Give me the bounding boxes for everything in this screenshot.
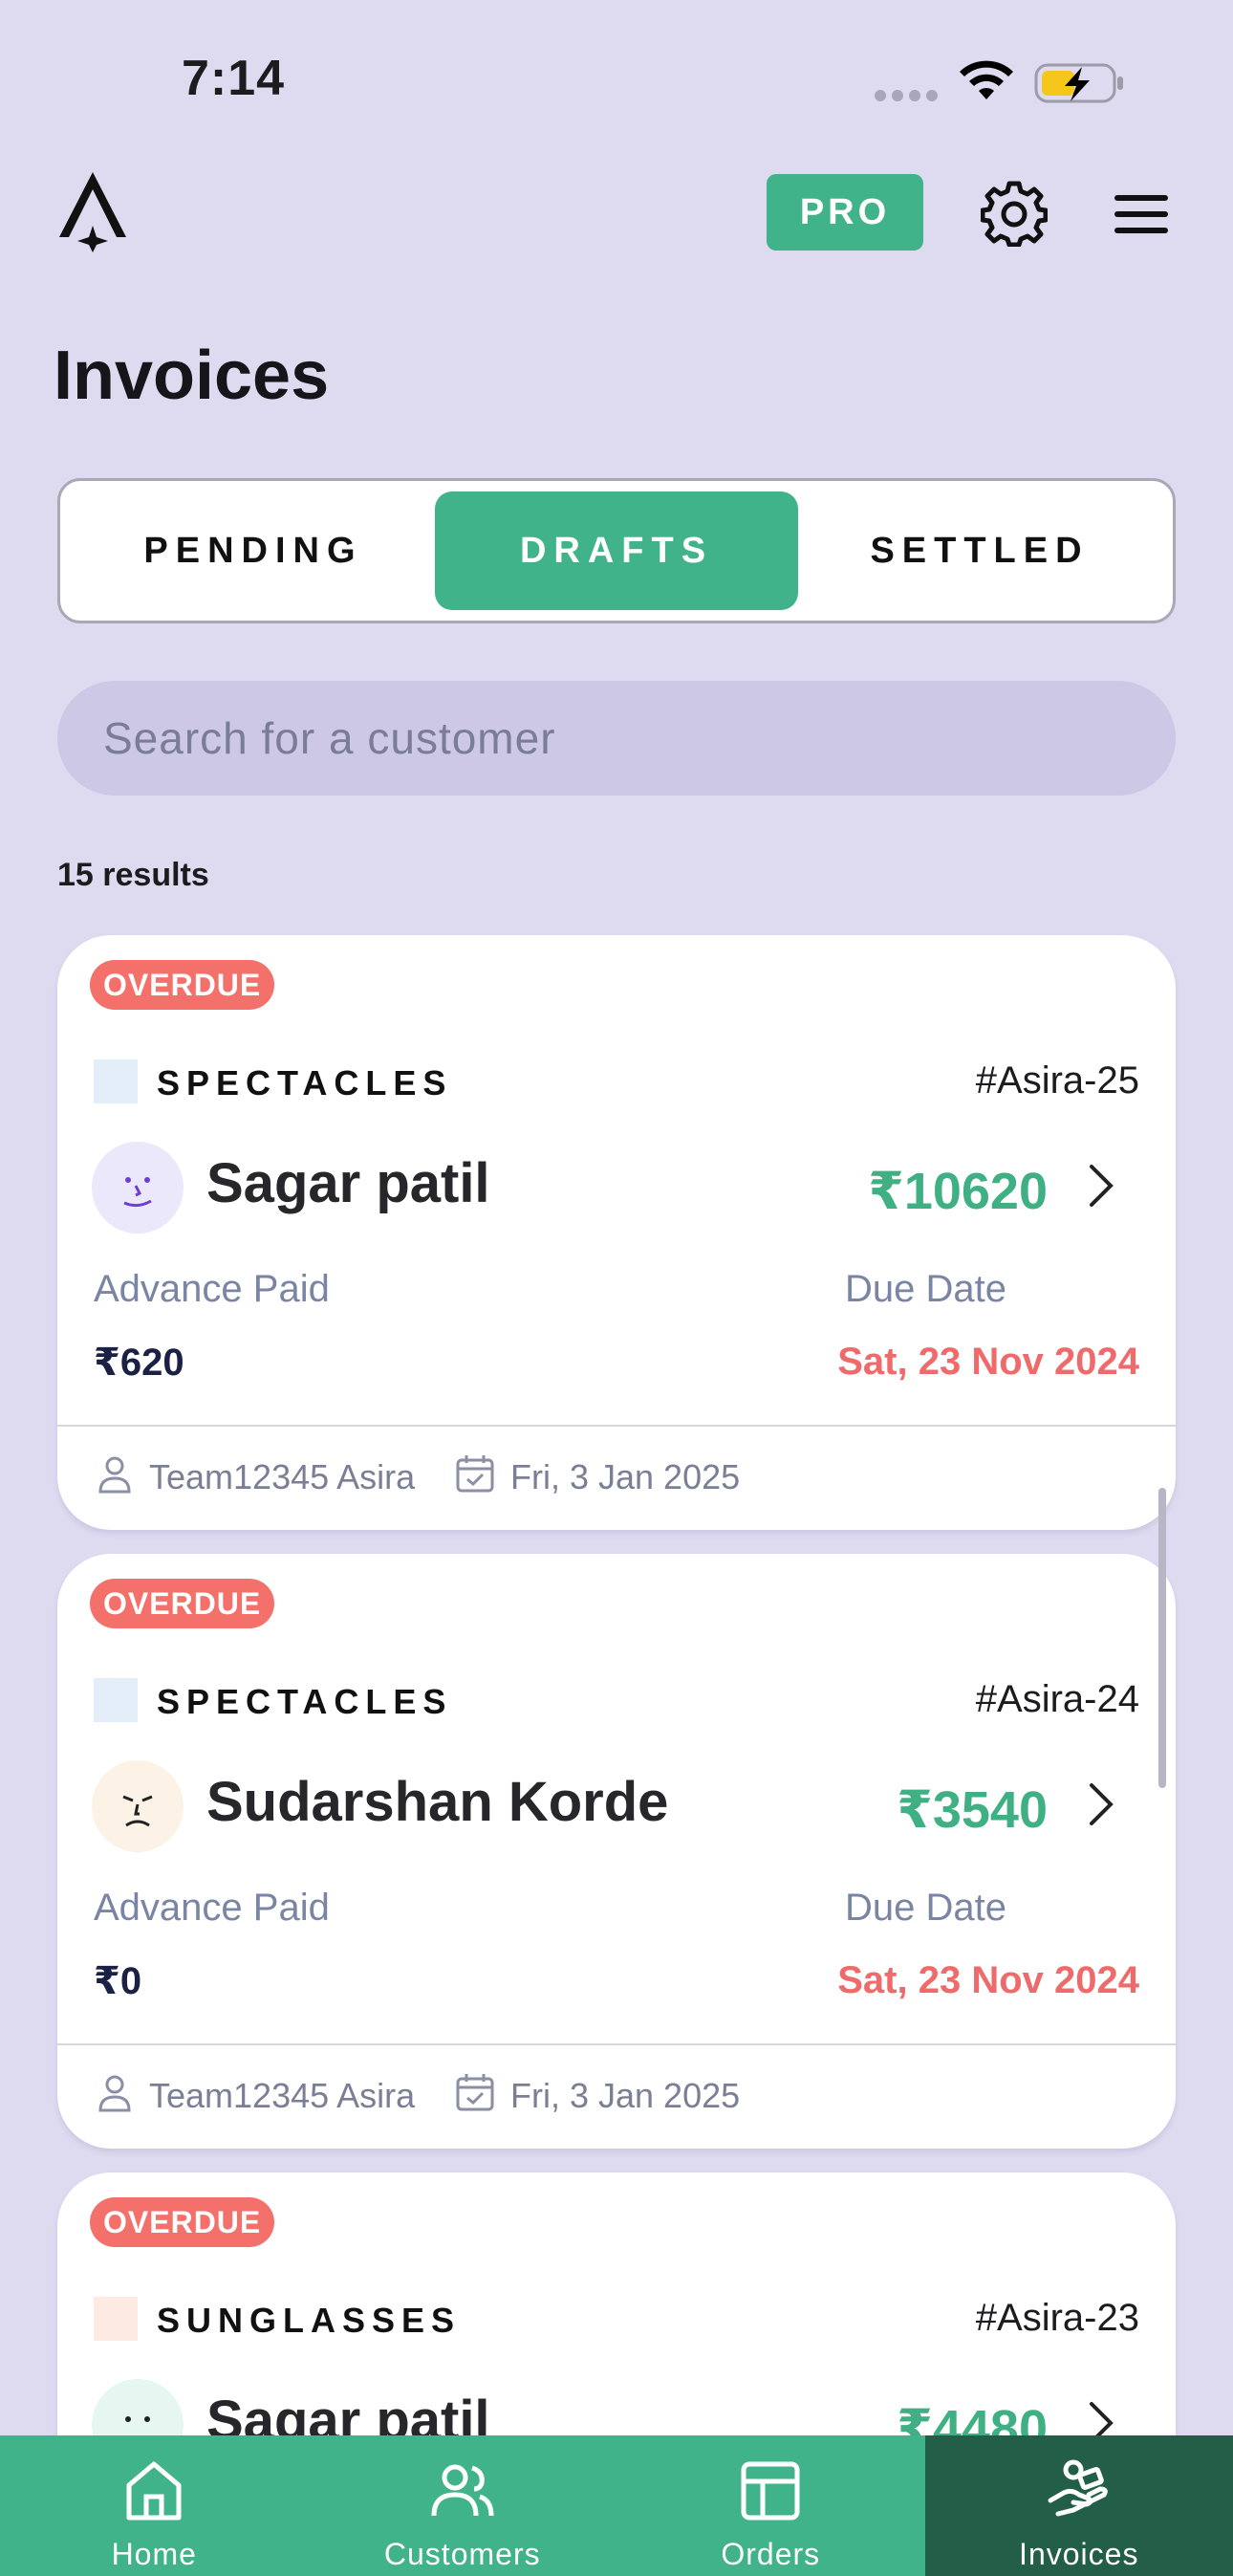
table-icon [741, 2461, 800, 2521]
category-label: SPECTACLES [157, 1682, 453, 1721]
nav-customers[interactable]: Customers [309, 2435, 617, 2576]
overdue-badge: OVERDUE [90, 2197, 275, 2247]
team-name: Team12345 Asira [149, 2076, 416, 2115]
battery-charging-icon [1034, 63, 1123, 103]
nav-invoices[interactable]: Invoices [924, 2435, 1233, 2576]
cellular-signal-icon [875, 90, 938, 101]
invoice-status-tabs: PENDING DRAFTS SETTLED [57, 478, 1176, 623]
invoice-amount: ₹10620 [868, 1163, 1048, 1220]
nav-label: Orders [721, 2537, 821, 2571]
invoice-id: #Asira-23 [975, 2297, 1139, 2339]
tab-pending[interactable]: PENDING [72, 491, 435, 610]
card-divider [57, 2043, 1176, 2045]
overdue-badge: OVERDUE [90, 1579, 275, 1628]
nav-home[interactable]: Home [0, 2435, 309, 2576]
category-swatch [94, 2297, 138, 2341]
nav-label: Customers [383, 2537, 541, 2571]
advance-paid-value: ₹620 [94, 1342, 184, 1384]
advance-paid-value: ₹0 [94, 1960, 142, 2002]
avatar [92, 1760, 184, 1852]
page-title: Invoices [54, 338, 330, 414]
chevron-right-icon[interactable] [1082, 1776, 1120, 1833]
due-date-label: Due Date [845, 1268, 1006, 1310]
due-date-value: Sat, 23 Nov 2024 [837, 1959, 1139, 2001]
calendar-icon [456, 1455, 494, 1493]
person-icon [98, 1456, 131, 1494]
tab-drafts[interactable]: DRAFTS [435, 491, 798, 610]
card-divider [57, 1425, 1176, 1427]
nav-label: Home [111, 2537, 197, 2571]
chevron-right-icon[interactable] [1082, 1157, 1120, 1214]
status-bar: 7:14 [0, 0, 1233, 153]
gear-icon[interactable] [981, 180, 1048, 247]
invoice-amount: ₹3540 [897, 1781, 1048, 1839]
calendar-icon [456, 2074, 494, 2111]
bottom-navigation: Home Customers Orders Invoices [0, 2435, 1233, 2576]
team-name: Team12345 Asira [149, 1457, 416, 1496]
nav-label: Invoices [1019, 2537, 1139, 2571]
advance-paid-label: Advance Paid [94, 1887, 330, 1929]
tab-settled[interactable]: SETTLED [798, 491, 1161, 610]
due-date-value: Sat, 23 Nov 2024 [837, 1341, 1139, 1383]
results-count: 15 results [57, 857, 209, 893]
status-time: 7:14 [182, 51, 286, 106]
customer-name: Sudarshan Korde [206, 1771, 669, 1833]
invoice-card[interactable]: OVERDUE SPECTACLES #Asira-24 Sudarshan K… [57, 1554, 1176, 2149]
due-date-label: Due Date [845, 1887, 1006, 1929]
hamburger-menu-icon[interactable] [1111, 184, 1172, 245]
advance-paid-label: Advance Paid [94, 1268, 330, 1310]
wifi-icon [960, 60, 1013, 99]
pro-badge[interactable]: PRO [767, 174, 923, 251]
category-label: SUNGLASSES [157, 2301, 462, 2340]
invoice-hand-icon [1048, 2459, 1108, 2517]
invoice-id: #Asira-24 [975, 1678, 1139, 1720]
scrollbar[interactable] [1158, 1488, 1166, 1788]
category-swatch [94, 1678, 138, 1722]
invoice-card[interactable]: OVERDUE SPECTACLES #Asira-25 Sagar patil… [57, 935, 1176, 1530]
app-logo [59, 172, 126, 252]
category-label: SPECTACLES [157, 1063, 453, 1102]
home-icon [126, 2461, 182, 2521]
search-input[interactable] [103, 712, 1107, 764]
search-bar [57, 681, 1176, 796]
nav-orders[interactable]: Orders [616, 2435, 925, 2576]
overdue-badge: OVERDUE [90, 960, 275, 1010]
customer-name: Sagar patil [206, 1152, 490, 1214]
avatar [92, 1142, 184, 1233]
face-avatar-icon [122, 1795, 153, 1827]
category-swatch [94, 1059, 138, 1103]
face-avatar-icon [123, 1177, 152, 1208]
invoice-id: #Asira-25 [975, 1059, 1139, 1102]
person-icon [98, 2075, 131, 2112]
created-date: Fri, 3 Jan 2025 [510, 2076, 741, 2115]
created-date: Fri, 3 Jan 2025 [510, 1457, 741, 1496]
users-icon [431, 2464, 494, 2517]
